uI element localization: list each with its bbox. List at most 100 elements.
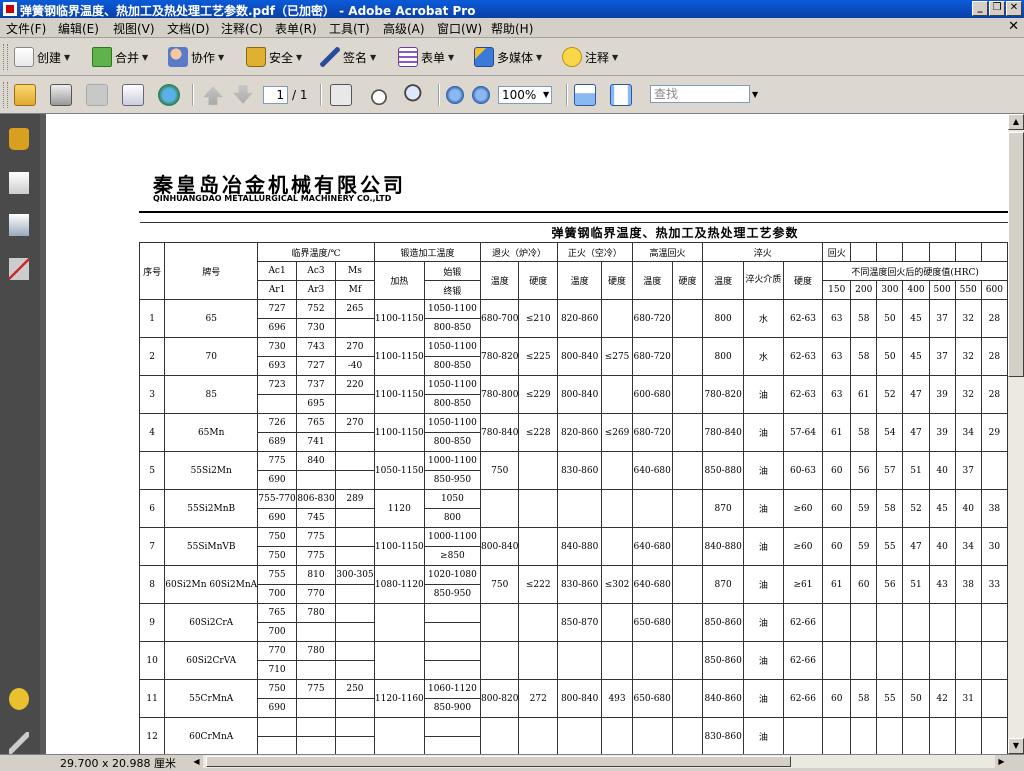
temper-hardness-value: 58 [876,489,904,528]
toolbar-separator [320,84,322,106]
bookmarks-icon[interactable] [9,214,29,236]
close-button[interactable]: ✕ [1006,1,1022,16]
previous-page-icon[interactable] [203,86,223,105]
hightemp-temper-temp: 650-680 [631,679,673,718]
mf-value [334,470,375,490]
company-name-en: QINHUANGDAO METALLURGICAL MACHINERY CO.,… [153,194,392,203]
temper-hardness-value: 37 [954,451,982,490]
quench-temp: 850-880 [702,451,745,490]
menu-file[interactable]: 文件(F) [6,20,46,37]
next-page-icon[interactable] [233,85,253,104]
toolbar-separator [192,84,194,106]
quench-medium: 油 [743,679,784,718]
select-tool-icon[interactable] [330,84,352,106]
menu-help[interactable]: 帮助(H) [491,20,533,37]
hand-tool-icon[interactable] [368,84,390,106]
quench-temp: 870 [702,489,745,528]
search-dropdown-icon[interactable]: ▼ [752,90,758,99]
save-icon[interactable] [86,84,108,106]
annealing-temp: 780-820 [480,337,520,376]
scroll-left-arrow-icon[interactable]: ◀ [190,755,203,768]
menu-edit[interactable]: 编辑(E) [58,20,99,37]
web-icon[interactable] [158,84,180,106]
temper-hardness-value: 50 [902,679,930,718]
header-normalizing: 正火（空冷） [557,242,633,262]
restore-button[interactable]: ❐ [989,1,1005,16]
mf-value [334,394,375,414]
multimedia-button[interactable]: 多媒体 ▼ [474,45,542,69]
combine-button[interactable]: 合并 ▼ [92,45,148,69]
normalizing-temp: 820-860 [556,299,603,338]
quench-medium: 油 [743,375,784,414]
search-input[interactable]: 查找 [650,85,750,103]
menu-forms[interactable]: 表单(R) [275,20,317,37]
normalizing-hardness [601,375,633,414]
horizontal-scroll-thumb[interactable] [206,756,791,767]
email-icon[interactable] [122,84,144,106]
zoom-out-icon[interactable] [446,86,464,104]
zoom-tool-icon[interactable] [404,84,426,106]
heating-temp: 1100-1150 [373,375,425,414]
fit-page-icon[interactable] [610,84,632,106]
fit-width-icon[interactable] [574,84,596,106]
quench-temp: 840-880 [702,527,745,566]
normalizing-temp [556,641,603,680]
print-icon[interactable] [50,84,72,106]
menu-window[interactable]: 窗口(W) [437,20,482,37]
annealing-hardness: ≤222 [518,565,558,604]
mf-value [334,318,375,338]
create-button[interactable]: 创建 ▼ [14,45,70,69]
temper-hardness-value: 55 [876,527,904,566]
ar1-value: 689 [257,432,298,452]
security-button[interactable]: 安全 ▼ [246,45,302,69]
ar3-value: 727 [296,356,336,376]
comment-button[interactable]: 注释 ▼ [562,45,618,69]
collaborate-label: 协作 [191,50,216,65]
start-forge-temp: 1050 [423,489,482,509]
toolbar-grip[interactable] [3,44,8,70]
forms-button[interactable]: 表单 ▼ [398,45,454,69]
scroll-up-arrow-icon[interactable]: ▲ [1008,114,1024,130]
menu-document[interactable]: 文档(D) [167,20,210,37]
normalizing-temp: 850-870 [556,603,603,642]
normalizing-hardness [601,527,633,566]
menu-tools[interactable]: 工具(T) [329,20,370,37]
attachments-icon[interactable] [9,732,29,754]
menu-advanced[interactable]: 高级(A) [383,20,425,37]
menu-view[interactable]: 视图(V) [113,20,155,37]
header-mf: Mf [334,280,375,300]
document-close-button[interactable]: ✕ [1008,19,1019,34]
heating-temp: 1100-1150 [373,527,425,566]
vertical-scrollbar[interactable]: ▲ ▼ [1008,114,1024,754]
heating-temp: 1100-1150 [373,413,425,452]
ms-value [334,641,375,661]
zoom-in-icon[interactable] [472,86,490,104]
security-settings-icon[interactable] [9,128,29,150]
heating-temp: 1120 [373,489,425,528]
row-number: 1 [138,299,166,338]
minimize-button[interactable]: _ [972,1,988,16]
toolbar-grip[interactable] [3,82,8,108]
scroll-thumb[interactable] [1008,132,1024,377]
security-label: 安全 [269,50,294,65]
annealing-hardness [518,717,558,754]
comment-label: 注释 [585,50,610,65]
scroll-down-arrow-icon[interactable]: ▼ [1008,738,1024,754]
document-view[interactable]: 秦皇岛冶金机械有限公司 QINHUANGDAO METALLURGICAL MA… [40,114,1008,754]
horizontal-scrollbar[interactable]: ◀ ▶ [190,755,1008,768]
collaborate-button[interactable]: 协作 ▼ [168,45,224,69]
ms-value: 270 [334,413,375,433]
signatures-icon[interactable] [9,258,29,280]
start-forge-temp: 1050-1100 [423,413,482,433]
temper-hardness-value: 61 [822,413,852,452]
zoom-dropdown-icon[interactable]: ▼ [543,90,549,99]
page-number-input[interactable]: 1 [263,86,288,104]
sign-button[interactable]: 签名 ▼ [320,45,376,69]
normalizing-hardness [601,641,633,680]
temper-hardness-value [850,603,878,642]
open-folder-icon[interactable] [14,84,36,106]
pages-icon[interactable] [9,172,29,194]
scroll-right-arrow-icon[interactable]: ▶ [995,755,1008,768]
menu-comments[interactable]: 注释(C) [221,20,263,37]
comments-panel-icon[interactable] [9,688,29,710]
